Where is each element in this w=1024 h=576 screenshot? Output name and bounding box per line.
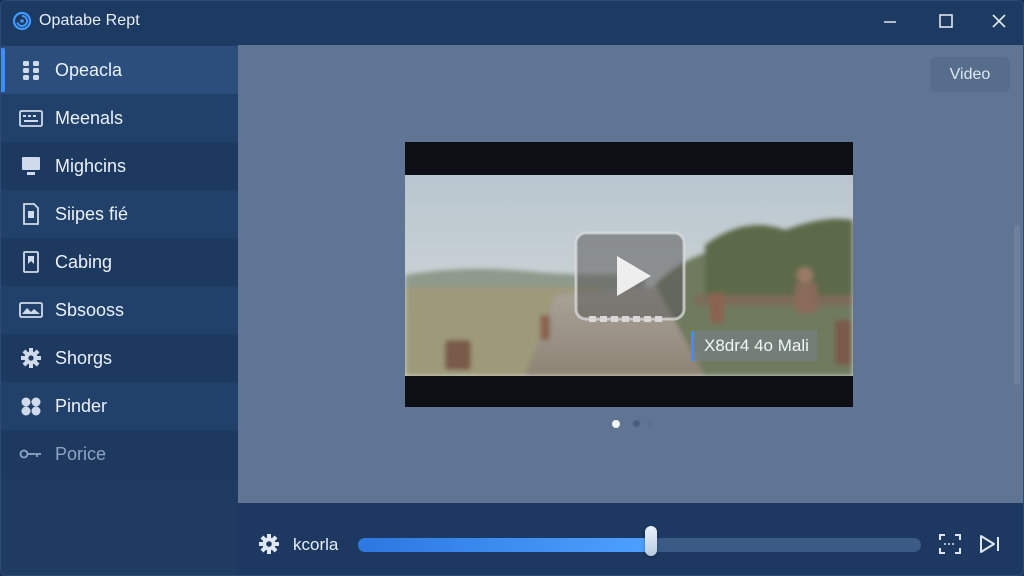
settings-gear-icon[interactable] [258, 533, 280, 555]
play-icon[interactable] [573, 230, 687, 326]
app-logo-icon [12, 11, 32, 31]
image-icon [19, 302, 43, 318]
video-caption: X8dr4 4o Mali [691, 331, 817, 361]
sidebar-item-pinder[interactable]: Pinder [1, 382, 238, 430]
sidebar-item-mighcins[interactable]: Mighcins [1, 142, 238, 190]
minimize-icon [884, 21, 896, 23]
gear-icon [21, 348, 41, 368]
minimize-button[interactable] [875, 9, 905, 33]
grid-icon [23, 61, 39, 80]
video-button[interactable]: Video [930, 57, 1010, 92]
fan-icon [21, 397, 41, 416]
bookmark-icon [23, 251, 39, 273]
title-bar: Opatabe Rept [1, 1, 1023, 45]
sidebar-item-label: Opeacla [55, 60, 123, 80]
sidebar-item-opeacla[interactable]: Opeacla [1, 46, 238, 94]
carousel-pager [612, 419, 656, 429]
window-title: Opatabe Rept [39, 12, 140, 29]
scrollbar[interactable] [1014, 225, 1020, 385]
seek-handle[interactable] [644, 526, 657, 556]
sidebar-item-meenals[interactable]: Meenals [1, 94, 238, 142]
file-icon [23, 203, 39, 225]
sidebar-item-sbsooss[interactable]: Sbsooss [1, 286, 238, 334]
seek-bar[interactable] [358, 526, 921, 556]
main-content: Video X8dr4 4o Mali [238, 45, 1023, 503]
video-player[interactable]: X8dr4 4o Mali [405, 142, 853, 407]
keyboard-icon [19, 110, 43, 127]
sidebar-item-cabing[interactable]: Cabing [1, 238, 238, 286]
monitor-icon [22, 157, 40, 175]
seek-bar-progress [358, 538, 651, 552]
maximize-icon [939, 14, 953, 28]
sidebar-item-label: Porice [55, 444, 107, 464]
pager-dot-active[interactable] [612, 420, 620, 428]
sidebar-item-label: Pinder [55, 396, 108, 416]
sidebar-item-label: Meenals [55, 108, 124, 128]
close-icon [992, 14, 1006, 28]
fullscreen-icon[interactable] [938, 533, 962, 555]
close-button[interactable] [984, 9, 1014, 33]
pager-dot[interactable] [633, 420, 640, 427]
sidebar-item-label: Cabing [55, 252, 113, 272]
key-icon [19, 449, 41, 459]
sidebar-item-siipes-fie[interactable]: Siipes fié [1, 190, 238, 238]
sidebar-item-porice[interactable]: Porice [1, 430, 238, 478]
sidebar-item-shorgs[interactable]: Shorgs [1, 334, 238, 382]
controls-label: kcorla [293, 535, 339, 554]
maximize-button[interactable] [931, 9, 961, 33]
pager-dot[interactable] [647, 420, 653, 426]
sidebar-item-label: Sbsooss [55, 300, 125, 320]
sidebar: Opeacla Meenals Mighcins Siipes fié Cabi… [1, 45, 238, 575]
skip-next-icon[interactable] [978, 533, 1002, 555]
sidebar-item-label: Mighcins [55, 156, 127, 176]
sidebar-item-label: Siipes fié [55, 204, 129, 224]
sidebar-item-label: Shorgs [55, 348, 113, 368]
filmstrip-icon [589, 316, 662, 322]
playback-controls: kcorla [238, 503, 1023, 575]
app-window: Opatabe Rept Opeacla Meenals Mighcins Si… [0, 0, 1024, 576]
